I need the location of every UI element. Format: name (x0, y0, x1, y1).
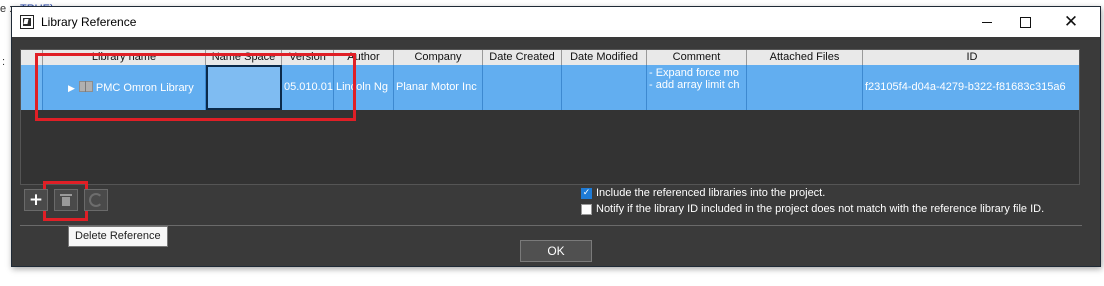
title-bar[interactable]: Library Reference ✕ (12, 7, 1100, 37)
background-code-text: : (2, 56, 6, 68)
trash-icon (60, 194, 72, 206)
ok-button[interactable]: OK (520, 240, 592, 262)
notify-mismatch-checkbox[interactable] (581, 203, 592, 215)
maximize-icon (1019, 16, 1031, 28)
attached-files-cell[interactable] (747, 65, 863, 110)
col-header-comment[interactable]: Comment (647, 50, 747, 65)
refresh-icon (89, 193, 103, 207)
date-modified-cell[interactable] (562, 65, 647, 110)
comment-cell[interactable]: - Expand force mo - add array limit ch (647, 65, 747, 110)
col-header-id[interactable]: ID (863, 50, 1079, 65)
plus-icon: + (28, 189, 44, 210)
include-libraries-checkbox[interactable]: ✓ (581, 187, 592, 199)
highlight-box-row (35, 53, 356, 121)
delete-reference-button[interactable] (54, 189, 78, 211)
id-cell[interactable]: f23105f4-d04a-4279-b322-f81683c315a6 (863, 65, 1079, 110)
col-header-date-modified[interactable]: Date Modified (562, 50, 647, 65)
checkmark-icon: ✓ (582, 187, 591, 198)
divider (20, 225, 1082, 226)
col-header-company[interactable]: Company (394, 50, 483, 65)
col-header-attached-files[interactable]: Attached Files (747, 50, 863, 65)
close-button[interactable]: ✕ (1048, 7, 1094, 37)
include-libraries-label: Include the referenced libraries into th… (596, 187, 826, 199)
close-icon: ✕ (1063, 11, 1079, 32)
date-created-cell[interactable] (483, 65, 562, 110)
id-text: f23105f4-d04a-4279-b322-f81683c315a6 (865, 81, 1066, 93)
comment-line: - Expand force mo (649, 67, 739, 79)
refresh-button[interactable] (84, 189, 108, 211)
delete-reference-tooltip: Delete Reference (68, 226, 168, 247)
notify-mismatch-label: Notify if the library ID included in the… (596, 203, 1045, 215)
col-header-date-created[interactable]: Date Created (483, 50, 562, 65)
notify-mismatch-option[interactable]: Notify if the library ID included in the… (581, 203, 1044, 215)
window-title: Library Reference (41, 15, 137, 29)
minimize-icon (982, 21, 992, 23)
comment-line: - add array limit ch (649, 79, 740, 91)
company-text: Planar Motor Inc (396, 81, 477, 93)
add-reference-button[interactable]: + (24, 189, 48, 211)
maximize-button[interactable] (1002, 7, 1048, 37)
app-window-icon (20, 15, 34, 29)
company-cell[interactable]: Planar Motor Inc (394, 65, 483, 110)
include-libraries-option[interactable]: ✓ Include the referenced libraries into … (581, 187, 825, 199)
